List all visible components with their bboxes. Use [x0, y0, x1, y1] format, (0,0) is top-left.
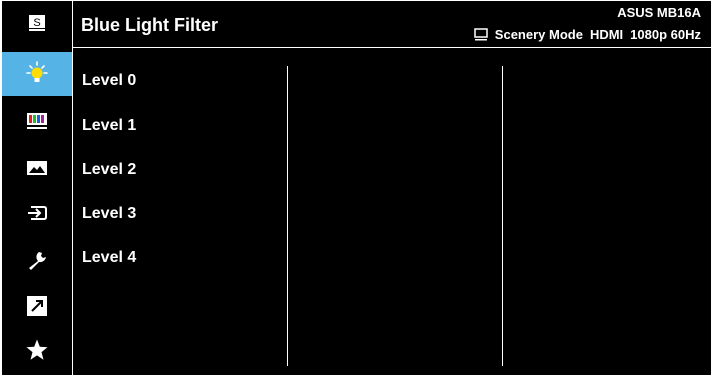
header-divider [73, 47, 711, 48]
sidebar-item-blue-light-filter[interactable] [2, 52, 72, 96]
column-divider [502, 66, 503, 366]
sidebar-item-input-select[interactable] [2, 191, 72, 235]
sidebar-item-shortcut[interactable] [2, 284, 72, 328]
status-line: Scenery Mode HDMI 1080p 60Hz [474, 27, 701, 42]
input-icon [28, 206, 47, 220]
lightbulb-icon [26, 61, 48, 82]
input-status: HDMI [589, 27, 624, 42]
s-icon: S [29, 15, 45, 31]
page-title: Blue Light Filter [81, 15, 218, 35]
osd-menu: S Blue Light Filter ASUS MB16A Scenery M… [2, 1, 711, 375]
menu-item-level-2[interactable]: Level 2 [82, 161, 136, 179]
menu-item-level-4[interactable]: Level 4 [82, 249, 136, 267]
column-divider [287, 66, 288, 366]
sidebar-item-color[interactable] [2, 99, 72, 143]
shortcut-arrow-icon [27, 296, 47, 316]
monitor-icon [474, 28, 488, 41]
resolution-status: 1080p 60Hz [630, 27, 701, 42]
header: Blue Light Filter ASUS MB16A Scenery Mod… [73, 1, 711, 47]
sidebar-divider [72, 1, 73, 375]
landscape-icon [27, 161, 47, 175]
svg-text:S: S [33, 17, 40, 29]
menu-item-level-0[interactable]: Level 0 [82, 72, 136, 90]
sidebar-item-splendid[interactable]: S [2, 1, 72, 45]
menu-item-level-3[interactable]: Level 3 [82, 205, 136, 223]
menu-item-level-1[interactable]: Level 1 [82, 117, 136, 135]
sidebar-item-myfavorite[interactable] [2, 328, 72, 372]
star-icon [26, 339, 48, 360]
sidebar-item-image[interactable] [2, 146, 72, 190]
sidebar: S [2, 1, 72, 375]
model-name: ASUS MB16A [617, 5, 701, 20]
mode-status: Scenery Mode [494, 27, 583, 42]
color-bars-icon [27, 113, 47, 129]
wrench-icon [29, 252, 46, 270]
sidebar-item-system-setup[interactable] [2, 239, 72, 283]
